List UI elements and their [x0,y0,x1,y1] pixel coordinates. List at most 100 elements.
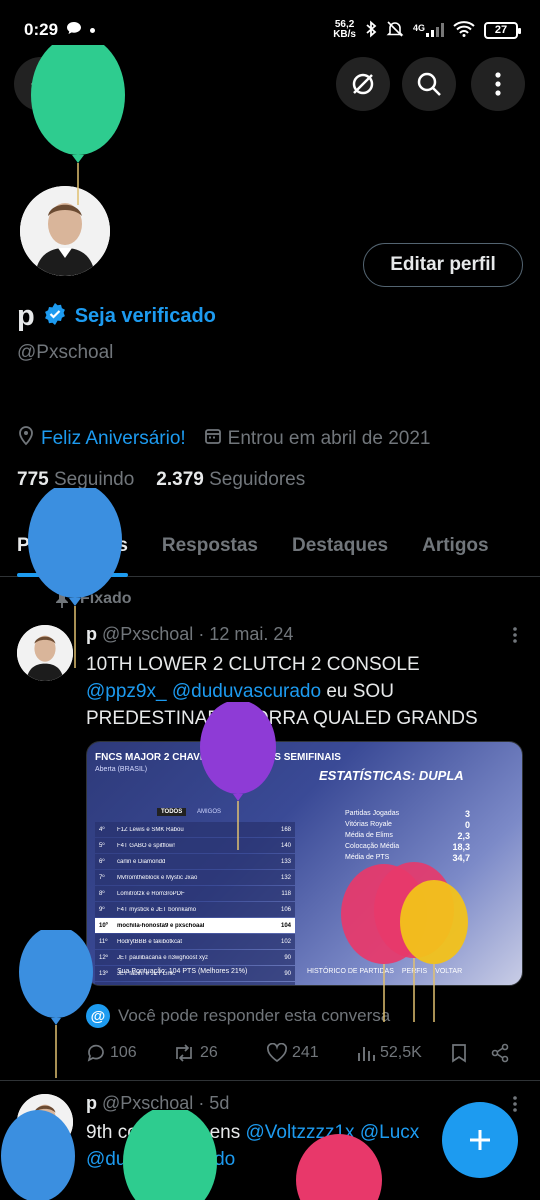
rank-pos: 5º [99,842,105,849]
like-button[interactable]: 241 [266,1043,356,1063]
stat-label: Média de Elims [345,832,393,839]
plus-icon [470,1130,490,1150]
stat-label: Vitórias Royale [345,821,392,828]
reply-button[interactable]: 106 [86,1043,172,1063]
rank-pts: 90 [284,970,291,977]
dot-icon [90,27,96,33]
stat-label: Média de PTS [345,854,390,861]
profile-handle: @Pxschoal [17,342,114,363]
stat-row: Média de Elims 2,3 [345,830,470,841]
balloon-icon [31,45,125,205]
repost-icon [176,1044,192,1062]
edit-profile-button[interactable]: Editar perfil [363,243,523,287]
followers-label: Seguidores [209,469,306,490]
rank-name: F4T mystick e JET bonrikamo [117,906,197,913]
rank-pts: 133 [280,858,291,865]
status-left: 0:29 [24,20,96,40]
post-actions: 106 26 241 52,5K [86,1043,526,1063]
net-speed-unit: KB/s [333,29,356,40]
status-time: 0:29 [24,20,59,39]
bookmark-button[interactable] [450,1043,490,1063]
more-options-button[interactable] [471,57,525,111]
stat-label: Colocação Média [345,843,400,850]
search-icon [417,72,441,96]
stat-label: Partidas Jogadas [345,810,400,817]
rank-row: 10º mochila-honosta9 e pxschoaal 104 [95,918,295,933]
rank-pos: 9º [99,906,105,913]
post-text-line: PREDESTINADO PORRA QUALED GRANDS [86,708,478,729]
status-right: 56,2 KB/s 4G 27 [333,20,521,41]
view-count: 52,5K [380,1044,422,1061]
tab-highlights[interactable]: Destaques [275,515,388,577]
signal-icon: 4G [413,23,444,37]
search-button[interactable] [402,57,456,111]
rank-row: 14ºSK7 Soanzy1 e vxleon7pakas89 [95,982,295,985]
rank-row: 11º HodrytBBB e takibotkcat 102 [95,934,295,949]
stat-value: 2,3 [457,830,470,841]
balloon-icon [19,930,93,1078]
repost-button[interactable]: 26 [172,1043,266,1063]
stat-value: 34,7 [452,852,470,863]
like-count: 241 [292,1044,319,1061]
post-more-button[interactable] [512,1095,518,1119]
followers-link[interactable]: 2.379 Seguidores [156,469,305,491]
balloon-icon [28,488,122,668]
rank-name: JET paulibacana e n3wghoost xyz [117,954,208,961]
tab-replies[interactable]: Respostas [145,515,258,577]
repost-count: 26 [200,1044,218,1061]
rank-row: 9º F4T mystick e JET bonrikamo 106 [95,902,295,917]
media-points: Sua Pontuação: 104 PTS (Melhores 21%) [117,968,248,975]
bluetooth-icon [365,20,377,41]
block-button[interactable] [336,57,390,111]
rank-row: 7º Mvfromtheblock e Mystic Jxao 132 [95,870,295,885]
stats-table: Partidas Jogadas 3 Vitórias Royale 0 Média d… [345,808,470,863]
rank-pos: 12º [99,954,108,961]
post-divider [0,1080,540,1081]
rank-name: mochila-honosta9 e pxschoaal [117,922,205,929]
rank-pos: 7º [99,874,105,881]
net-speed: 56,2 KB/s [333,20,356,40]
compose-button[interactable] [442,1102,518,1178]
battery-level: 27 [494,24,508,36]
more-vertical-icon [513,627,517,643]
rank-pos: 13º [99,970,108,977]
views-button[interactable]: 52,5K [356,1043,450,1063]
share-icon [491,1043,509,1063]
stat-row: Partidas Jogadas 3 [345,808,470,819]
balloon-icon [123,1110,217,1200]
media-tab-all: TODOS [157,808,187,816]
battery-indicator: 27 [484,21,521,39]
stat-row: Vitórias Royale 0 [345,819,470,830]
rank-name: carlin e Diamondd [117,858,166,865]
post-text-line: 10TH LOWER 2 CLUTCH 2 CONSOLE [86,654,420,675]
rank-pts: 102 [280,938,291,945]
stat-value: 0 [464,819,470,830]
media-subtitle: Aberta (BRASIL) [95,766,148,773]
bookmark-icon [452,1044,466,1063]
post-more-button[interactable] [512,626,518,650]
get-verified-link[interactable]: Seja verificado [75,305,216,328]
rank-pos: 10º [99,922,108,929]
rank-pos: 6º [99,858,105,865]
verified-badge-icon[interactable] [43,302,67,331]
balloon-icon [296,1134,382,1200]
mention-link[interactable]: @ppz9x_ [86,681,167,702]
chat-notification-icon [66,20,82,40]
post-text: 10TH LOWER 2 CLUTCH 2 CONSOLE @ppz9x_ @d… [86,651,526,732]
more-vertical-icon [513,1096,517,1112]
stat-value: 18,3 [452,841,470,852]
rank-pos: 4º [99,826,105,833]
rank-row: 12º JET paulibacana e n3wghoost xyz 90 [95,950,295,965]
share-button[interactable] [490,1043,510,1063]
rank-pts: 106 [280,906,291,913]
mention-link[interactable]: @duduvascurado [172,681,321,702]
rank-row: 6º carlin e Diamondd 133 [95,854,295,869]
post-author-name[interactable]: p [86,1093,97,1114]
wifi-icon [453,20,475,40]
birthday-link[interactable]: Feliz Aniversário! [41,428,186,450]
rank-row: 8º Lomitrotzk e Rom3roPDF 118 [95,886,295,901]
tab-articles[interactable]: Artigos [405,515,489,577]
post-date[interactable]: · 12 mai. 24 [198,624,293,645]
post-text-line: @ppz9x_ @duduvascurado eu SOU [86,678,526,705]
following-label: Seguindo [53,469,135,490]
